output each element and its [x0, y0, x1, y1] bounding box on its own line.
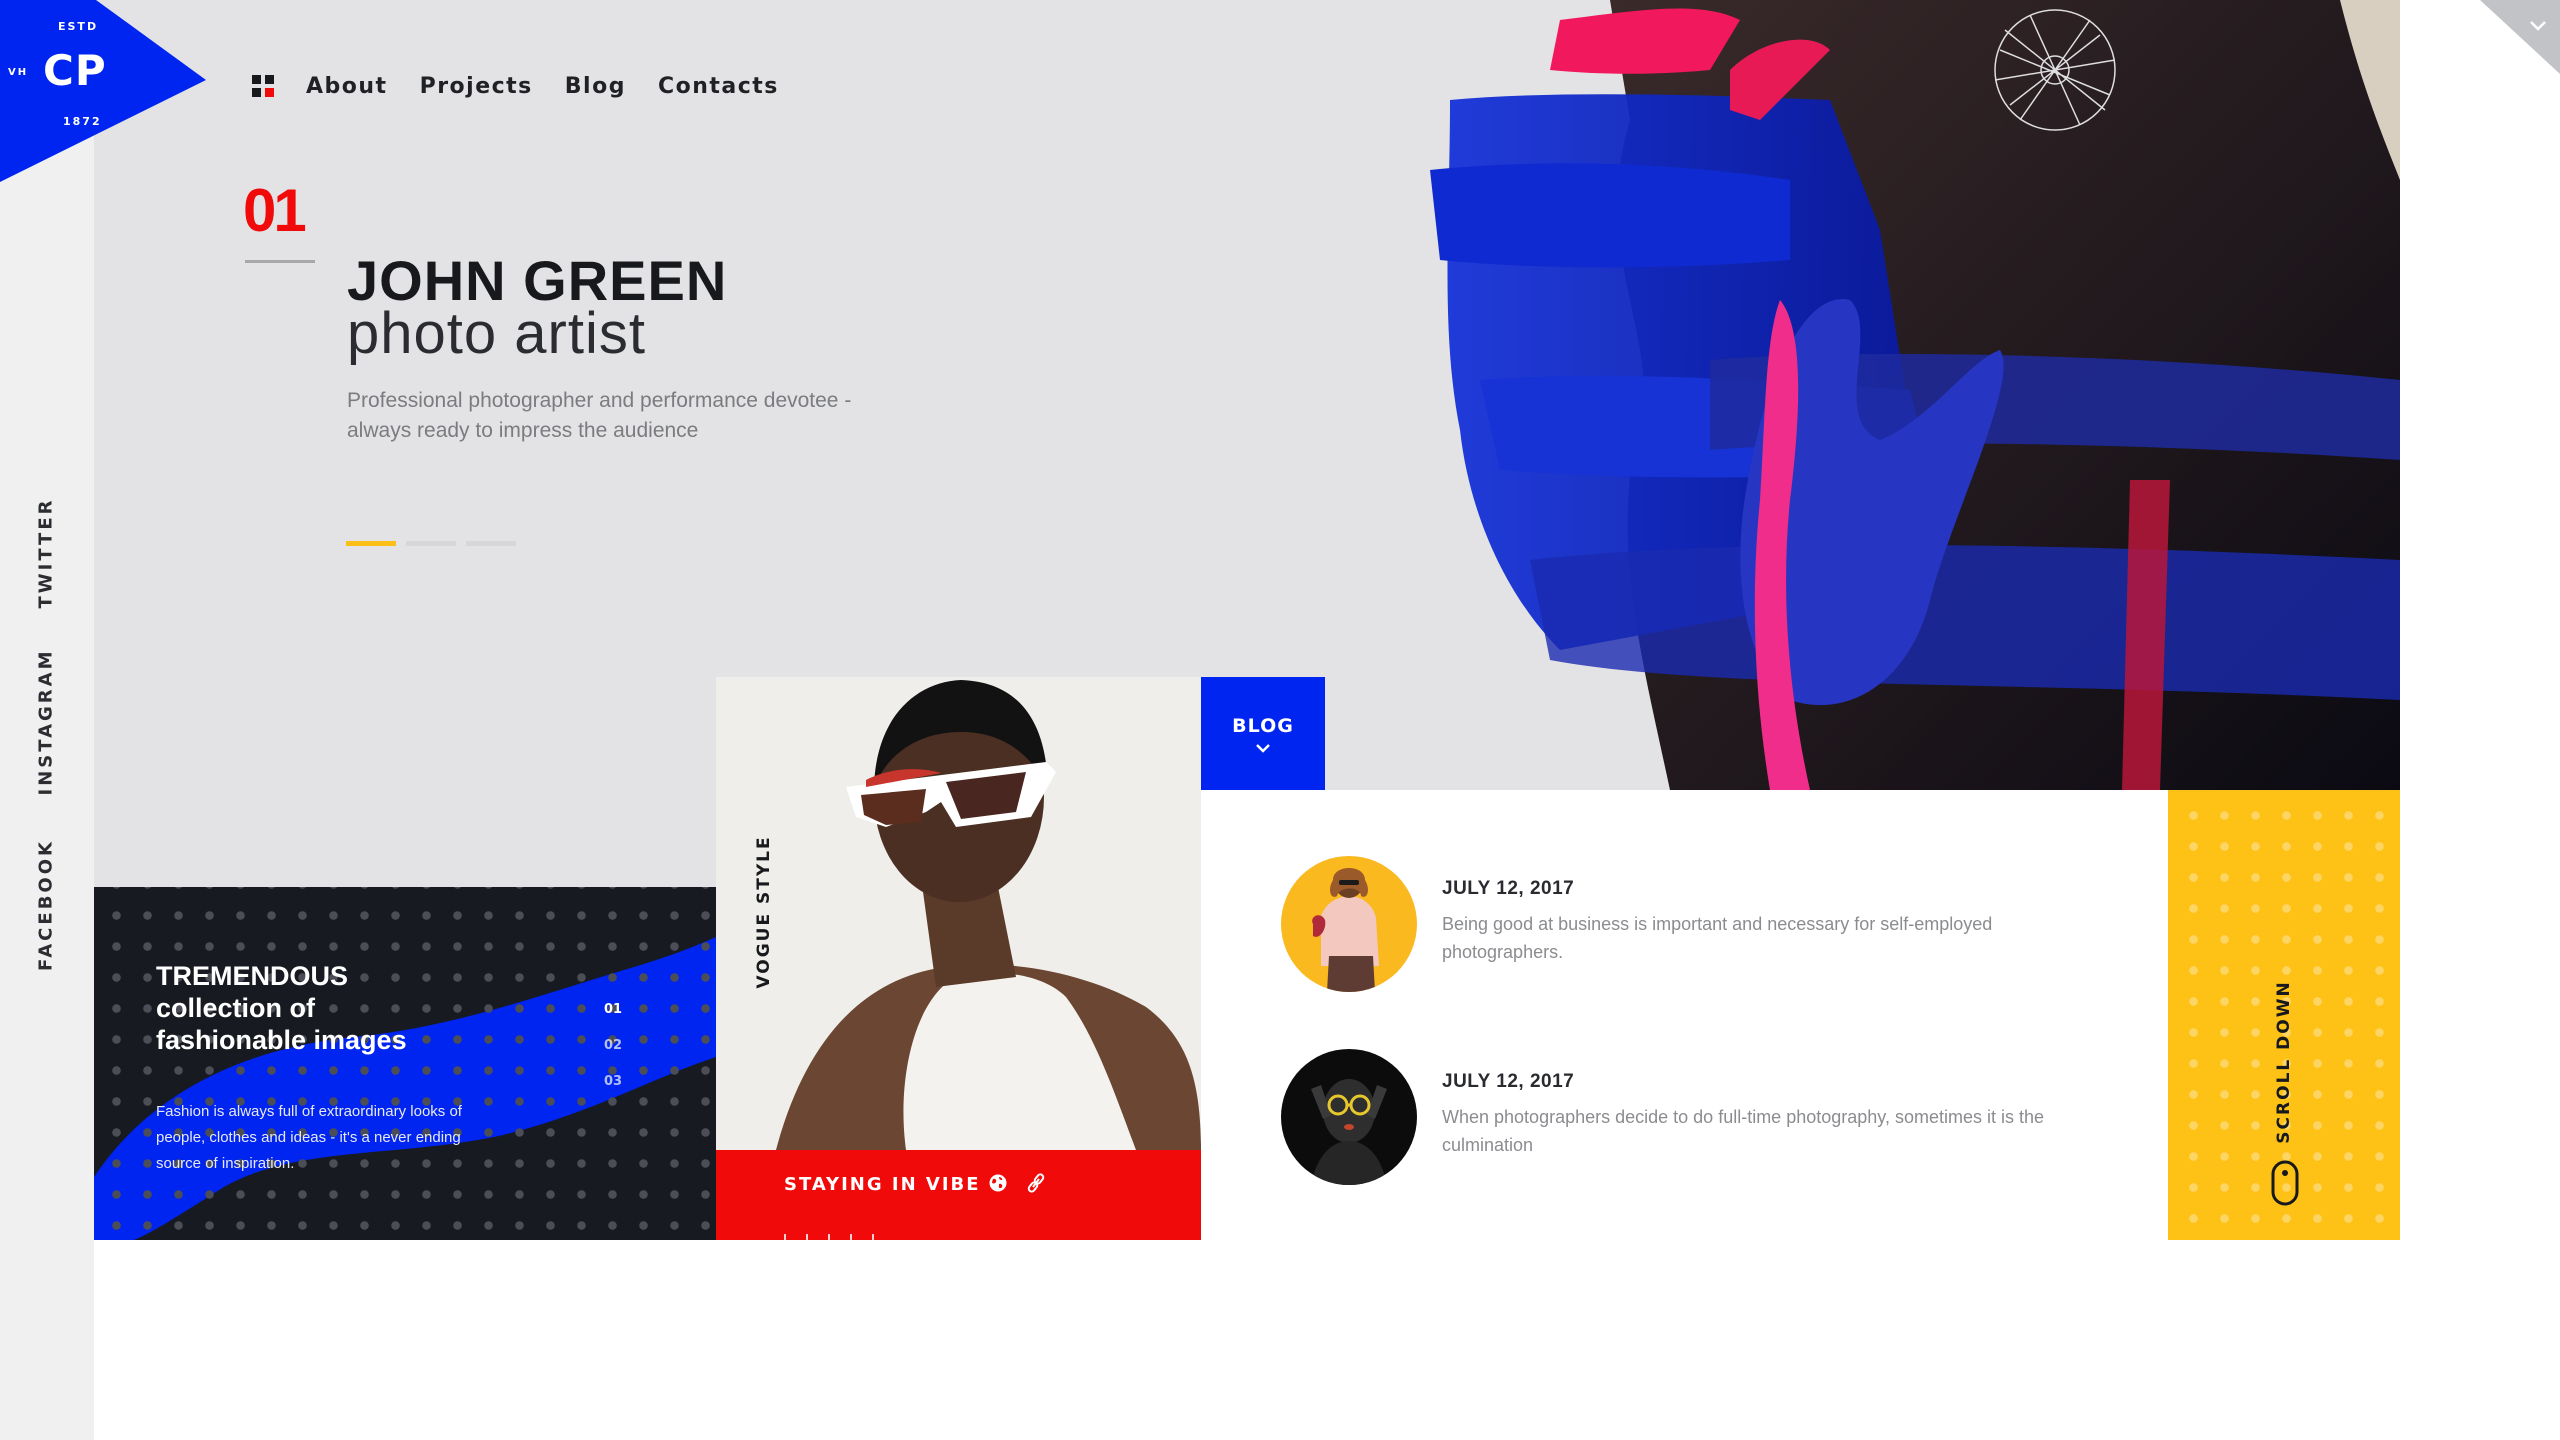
- grid-menu-icon[interactable]: [252, 75, 274, 97]
- scroll-down-button[interactable]: SCROLL DOWN: [2168, 790, 2400, 1240]
- social-link-twitter[interactable]: TWITTER: [36, 498, 57, 609]
- card-title[interactable]: STAYING IN VIBE: [784, 1174, 981, 1195]
- blog-post[interactable]: JULY 12, 2017 Being good at business is …: [1281, 856, 2082, 992]
- link-icon[interactable]: [1026, 1173, 1046, 1193]
- feature-page-1[interactable]: 01: [604, 992, 622, 1028]
- logo-year: 1872: [63, 115, 102, 128]
- logo[interactable]: ESTD CP VH 1872: [0, 0, 206, 182]
- blog-panel: JULY 12, 2017 Being good at business is …: [1201, 790, 2168, 1240]
- hero-description: Professional photographer and performanc…: [347, 389, 852, 442]
- feature-pagination: 01 02 03: [604, 992, 622, 1100]
- feature-title-line-3: fashionable images: [156, 1025, 407, 1055]
- hero-role: photo artist: [347, 301, 646, 366]
- nav-link-about[interactable]: About: [306, 74, 388, 99]
- post-date: JULY 12, 2017: [1442, 878, 1575, 899]
- feature-title: TREMENDOUS collection of fashionable ima…: [156, 960, 407, 1056]
- social-link-facebook[interactable]: FACEBOOK: [36, 839, 57, 971]
- post-excerpt: Being good at business is important and …: [1442, 914, 1993, 962]
- mouse-icon: [2271, 1160, 2299, 1206]
- nav-link-projects[interactable]: Projects: [420, 74, 533, 99]
- card-caption-bar: STAYING IN VIBE: [716, 1150, 1201, 1240]
- feature-description: Fashion is always full of extraordinary …: [156, 1103, 462, 1172]
- slide-number: 01: [243, 177, 307, 244]
- logo-initials: CP: [43, 46, 107, 95]
- nav-link-contacts[interactable]: Contacts: [658, 74, 779, 99]
- blog-tab[interactable]: BLOG: [1201, 677, 1325, 790]
- feature-panel: TREMENDOUS collection of fashionable ima…: [94, 887, 716, 1240]
- main-nav: About Projects Blog Contacts: [252, 70, 811, 102]
- corner-toggle[interactable]: [2480, 0, 2560, 76]
- slider-dot-2[interactable]: [406, 541, 456, 546]
- blog-post[interactable]: JULY 12, 2017 When photographers decide …: [1281, 1049, 2082, 1185]
- social-link-instagram[interactable]: INSTAGRAM: [36, 648, 57, 795]
- feature-title-line-2: collection of: [156, 993, 316, 1023]
- post-excerpt: When photographers decide to do full-tim…: [1442, 1107, 2044, 1155]
- left-sidebar: TWITTER INSTAGRAM FACEBOOK: [0, 0, 94, 1440]
- post-thumbnail: [1281, 856, 1417, 992]
- chevron-down-icon: [1256, 744, 1270, 753]
- model-photo: [716, 677, 1201, 1150]
- feature-page-2[interactable]: 02: [604, 1028, 622, 1064]
- blog-tab-label: BLOG: [1232, 715, 1294, 737]
- slider-dot-3[interactable]: [466, 541, 516, 546]
- vogue-style-label: VOGUE STYLE: [754, 835, 774, 989]
- slide-divider: [245, 260, 315, 263]
- slider-pagination: [346, 541, 516, 546]
- logo-side-text: VH: [8, 67, 29, 78]
- logo-estd: ESTD: [58, 20, 99, 33]
- scroll-down-label: SCROLL DOWN: [2274, 980, 2294, 1144]
- feature-title-line-1: TREMENDOUS: [156, 961, 349, 991]
- dot-pattern: [94, 887, 716, 1240]
- globe-icon[interactable]: [988, 1173, 1008, 1193]
- post-thumbnail: [1281, 1049, 1417, 1185]
- caption-ticks: [784, 1234, 984, 1240]
- post-date: JULY 12, 2017: [1442, 1071, 1575, 1092]
- nav-link-blog[interactable]: Blog: [565, 74, 626, 99]
- slider-dot-1[interactable]: [346, 541, 396, 546]
- photo-card[interactable]: VOGUE STYLE: [716, 677, 1201, 1150]
- feature-page-3[interactable]: 03: [604, 1064, 622, 1100]
- hero-image: [1410, 0, 2400, 790]
